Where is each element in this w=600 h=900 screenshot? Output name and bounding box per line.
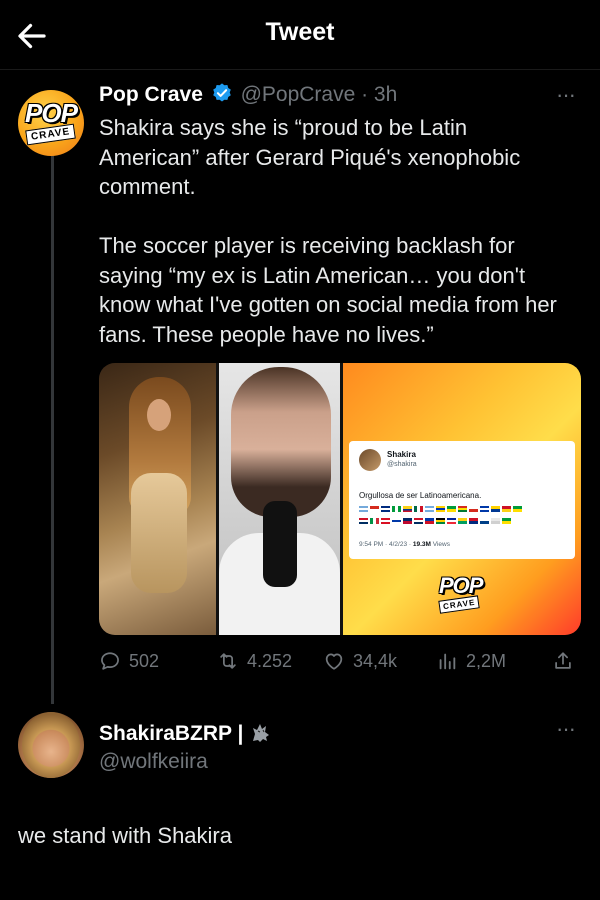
thread-connector bbox=[51, 152, 54, 704]
popcrave-watermark: POP CRAVE bbox=[438, 573, 491, 615]
embedded-name: Shakira bbox=[387, 450, 416, 459]
retweet-icon bbox=[220, 653, 236, 669]
tweet-paragraph-2: The soccer player is receiving backlash … bbox=[99, 233, 557, 347]
tweet-action-bar: 502 4.252 34,4k 2,2M bbox=[99, 646, 584, 676]
reply-avatar[interactable] bbox=[18, 712, 84, 778]
reply-button[interactable]: 502 bbox=[99, 646, 159, 676]
views-count: 2,2M bbox=[466, 650, 507, 671]
share-button[interactable] bbox=[552, 646, 582, 676]
author-handle-time[interactable]: @PopCrave · 3h bbox=[241, 83, 398, 106]
flag-emoji-row bbox=[359, 504, 569, 528]
reply-author-name[interactable]: ShakiraBZRP | bbox=[99, 720, 273, 746]
views-button[interactable]: 2,2M bbox=[436, 646, 506, 676]
retweet-count: 4.252 bbox=[247, 650, 293, 671]
embedded-text: Orgullosa de ser Latinoamericana. bbox=[359, 491, 482, 500]
page-title: Tweet bbox=[265, 18, 335, 46]
embedded-avatar bbox=[359, 449, 381, 471]
share-icon bbox=[555, 652, 571, 669]
verified-badge-icon bbox=[212, 83, 231, 102]
pique-interview-photo[interactable] bbox=[219, 363, 340, 635]
like-button[interactable]: 34,4k bbox=[323, 646, 397, 676]
reply-author-name-text: ShakiraBZRP | bbox=[99, 722, 244, 745]
heart-icon bbox=[325, 653, 343, 670]
embedded-tweet-card: Shakira @shakira Orgullosa de ser Latino… bbox=[349, 441, 575, 559]
wolf-emoji-icon bbox=[253, 724, 270, 742]
views-chart-icon bbox=[439, 653, 456, 670]
tweet-paragraph-1: Shakira says she is “proud to be Latin A… bbox=[99, 115, 521, 199]
tweet-media[interactable]: Shakira @shakira Orgullosa de ser Latino… bbox=[99, 363, 581, 635]
embedded-handle: @shakira bbox=[387, 461, 417, 468]
more-options-icon[interactable]: ··· bbox=[556, 84, 584, 110]
reply-footer-cutoff bbox=[18, 890, 198, 900]
retweet-button[interactable]: 4.252 bbox=[217, 646, 292, 676]
shakira-performance-photo[interactable] bbox=[99, 363, 216, 635]
top-bar: Tweet bbox=[0, 0, 600, 70]
popcrave-avatar[interactable]: POP CRAVE bbox=[18, 90, 84, 156]
tweet-text: Shakira says she is “proud to be Latin A… bbox=[99, 113, 569, 349]
reply-author-handle[interactable]: @wolfkeiira bbox=[99, 750, 208, 774]
like-count: 34,4k bbox=[353, 650, 398, 671]
microphone-shape bbox=[263, 501, 297, 587]
embedded-tweet-screenshot[interactable]: Shakira @shakira Orgullosa de ser Latino… bbox=[343, 363, 581, 635]
tweet-author-row: Pop Crave @PopCrave · 3h bbox=[99, 82, 397, 107]
reply-more-options-icon[interactable]: ··· bbox=[556, 718, 584, 744]
reply-count: 502 bbox=[129, 650, 160, 671]
reply-text: we stand with Shakira bbox=[18, 823, 232, 848]
reply-icon bbox=[101, 652, 119, 670]
embedded-meta: 9:54 PM · 4/2/23 · 19.3M Views bbox=[359, 541, 450, 548]
author-name[interactable]: Pop Crave bbox=[99, 83, 203, 106]
